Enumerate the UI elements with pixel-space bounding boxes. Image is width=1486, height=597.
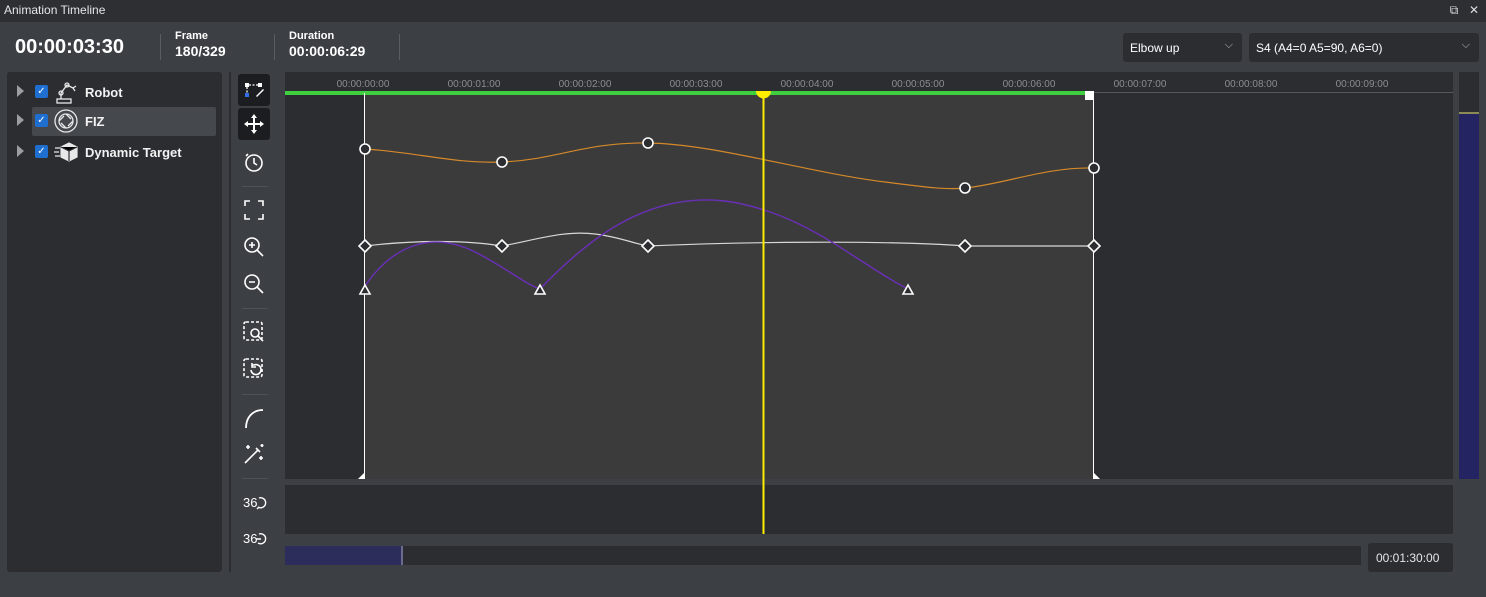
end-time-field[interactable]: 00:01:30:00 — [1368, 543, 1453, 572]
divider — [160, 34, 161, 60]
tree-item-label: FIZ — [85, 114, 105, 129]
ease-curve-tool[interactable] — [238, 402, 270, 434]
checkbox[interactable]: ✓ — [35, 114, 48, 127]
keyframe-circle[interactable] — [1088, 162, 1100, 174]
tree-item-fiz[interactable]: ✓ FIZ — [7, 107, 222, 136]
frame-label: Frame — [175, 30, 209, 42]
robot-arm-icon — [56, 82, 77, 104]
fit-all-tool[interactable] — [238, 194, 270, 226]
tool-separator — [242, 308, 268, 309]
event-lane[interactable] — [285, 485, 1453, 534]
zoom-out-tool[interactable] — [238, 268, 270, 300]
duration-label: Duration — [289, 30, 335, 42]
zoom-in-icon — [244, 237, 264, 257]
object-tree: ✓ Robot ✓ FIZ ✓ Dynamic Target — [7, 72, 222, 572]
move-tool[interactable] — [238, 108, 270, 140]
playhead[interactable] — [752, 86, 776, 536]
curve-edit-icon — [245, 83, 264, 97]
end-time-value: 00:01:30:00 — [1376, 551, 1440, 565]
reset-region-icon — [243, 358, 263, 378]
keyframe-circle[interactable] — [359, 143, 371, 155]
timeline-scrollbar[interactable] — [285, 546, 1361, 565]
tree-item-robot[interactable]: ✓ Robot — [7, 78, 222, 106]
duration-value: 00:00:06:29 — [289, 43, 366, 59]
solution-dropdown[interactable]: S4 (A4=0 A5=90, A6=0) ⌵ — [1249, 33, 1479, 62]
title-bar: Animation Timeline ⧉ ✕ — [0, 0, 1486, 22]
configuration-dropdown[interactable]: Elbow up ⌵ — [1123, 33, 1242, 62]
curve-edit-tool[interactable] — [238, 74, 270, 106]
checkbox[interactable]: ✓ — [35, 145, 48, 158]
zoom-region-icon — [243, 321, 264, 342]
tree-item-label: Robot — [85, 85, 123, 100]
svg-text:36: 36 — [243, 531, 257, 546]
ease-curve-icon — [245, 409, 264, 429]
rotate-360-icon: 36 — [243, 495, 267, 510]
rotate-360-alt-icon: 36 — [243, 531, 267, 546]
frame-value: 180/329 — [175, 43, 226, 59]
move-icon — [244, 114, 264, 134]
range-start-marker[interactable] — [358, 472, 365, 479]
configuration-value: Elbow up — [1130, 41, 1180, 55]
keyframe-circle[interactable] — [959, 182, 971, 194]
magic-wand-tool[interactable] — [238, 438, 270, 470]
tool-separator — [242, 186, 268, 187]
close-icon[interactable]: ✕ — [1466, 2, 1482, 18]
tree-item-dynamic-target[interactable]: ✓ Dynamic Target — [7, 138, 222, 166]
moving-cube-icon — [54, 142, 78, 162]
divider — [399, 34, 400, 60]
tool-separator — [242, 478, 268, 479]
keyframe-circle[interactable] — [642, 137, 654, 149]
tool-column: 36 36 — [234, 72, 276, 572]
lens-aperture-icon — [54, 109, 78, 133]
magic-wand-icon — [244, 444, 264, 464]
playhead-handle[interactable] — [756, 91, 771, 99]
range-bar[interactable] — [285, 91, 1090, 95]
expand-arrow-icon[interactable] — [17, 145, 24, 157]
expand-arrow-icon[interactable] — [17, 114, 24, 126]
tool-separator — [242, 394, 268, 395]
reset-region-tool[interactable] — [238, 353, 270, 385]
zoom-region-tool[interactable] — [238, 316, 270, 348]
chevron-down-icon: ⌵ — [1224, 39, 1233, 51]
level-meter — [1459, 72, 1479, 479]
divider — [274, 34, 275, 60]
restore-icon[interactable]: ⧉ — [1446, 2, 1462, 18]
svg-text:36: 36 — [243, 495, 257, 510]
clock-tool[interactable] — [238, 146, 270, 178]
checkbox[interactable]: ✓ — [35, 85, 48, 98]
zoom-out-icon — [244, 274, 264, 294]
panel-divider[interactable] — [229, 72, 231, 572]
rotate-360-tool[interactable]: 36 — [238, 486, 270, 518]
range-end-handle[interactable] — [1085, 91, 1094, 100]
rotate-360-alt-tool[interactable]: 36 — [238, 522, 270, 554]
expand-arrow-icon[interactable] — [17, 85, 24, 97]
current-timecode: 00:00:03:30 — [15, 36, 124, 58]
window-title: Animation Timeline — [4, 3, 106, 17]
solution-value: S4 (A4=0 A5=90, A6=0) — [1256, 41, 1383, 55]
scrollbar-thumb[interactable] — [285, 546, 403, 565]
chevron-down-icon: ⌵ — [1461, 39, 1470, 51]
fit-all-icon — [244, 200, 264, 220]
clock-icon — [245, 153, 263, 172]
keyframe-circle[interactable] — [496, 156, 508, 168]
zoom-in-tool[interactable] — [238, 231, 270, 263]
active-range — [364, 93, 1094, 479]
level-meter-fill — [1459, 112, 1479, 479]
range-end-marker[interactable] — [1093, 472, 1100, 479]
tree-item-label: Dynamic Target — [85, 145, 182, 160]
curve-canvas[interactable] — [285, 72, 1453, 484]
